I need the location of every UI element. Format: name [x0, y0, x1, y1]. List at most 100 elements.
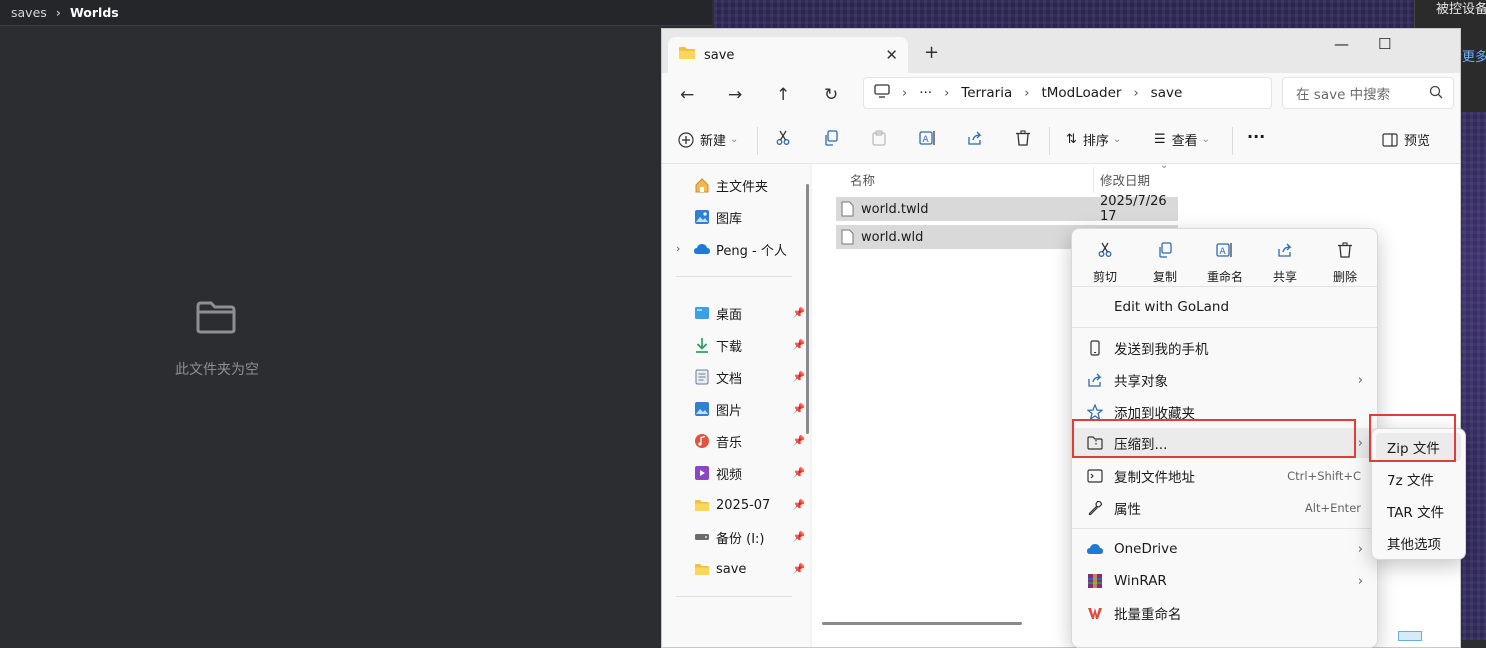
- menu-item-label: 属性: [1114, 502, 1141, 518]
- address-segment-terraria[interactable]: Terraria: [961, 85, 1012, 101]
- sidebar-item-documents[interactable]: 文档 📌: [693, 366, 805, 388]
- breadcrumb-chevron-icon: ›: [55, 5, 61, 20]
- address-more[interactable]: ···: [919, 85, 932, 101]
- document-icon: [693, 369, 711, 385]
- pin-icon: 📌: [792, 563, 805, 575]
- submenu-item-other-options[interactable]: 其他选项: [1376, 529, 1461, 557]
- share-button[interactable]: [967, 130, 983, 146]
- sidebar-item-label: 主文件夹: [716, 179, 769, 195]
- breadcrumb-saves[interactable]: saves: [11, 5, 47, 20]
- cut-button[interactable]: [775, 130, 791, 146]
- menu-item-winrar[interactable]: WinRAR ›: [1072, 566, 1377, 596]
- submenu-item-zip[interactable]: Zip 文件: [1376, 433, 1461, 461]
- menu-item-add-to-favorites[interactable]: 添加到收藏夹: [1072, 397, 1377, 427]
- minimize-icon[interactable]: —: [1334, 35, 1349, 53]
- sidebar-item-label: Peng - 个人: [716, 243, 787, 259]
- sidebar-item-2025-07[interactable]: 2025-07 📌: [693, 494, 805, 516]
- forward-arrow-icon[interactable]: →: [728, 85, 742, 105]
- context-cut-button[interactable]: 剪切: [1075, 239, 1135, 285]
- search-box[interactable]: 在 save 中搜索: [1282, 77, 1454, 109]
- context-rename-button[interactable]: A 重命名: [1195, 239, 1255, 285]
- home-icon: [693, 177, 711, 193]
- column-divider[interactable]: [1093, 167, 1094, 193]
- submenu-item-7z[interactable]: 7z 文件: [1376, 465, 1461, 493]
- wps-icon: [1086, 604, 1104, 622]
- chevron-down-icon: ⌄: [730, 134, 739, 145]
- menu-item-copy-path[interactable]: 复制文件地址 Ctrl+Shift+C: [1072, 461, 1377, 491]
- up-arrow-icon[interactable]: ↑: [776, 85, 790, 105]
- chevron-right-icon: ›: [1357, 573, 1363, 589]
- music-icon: [693, 433, 711, 449]
- address-segment-tmodloader[interactable]: tModLoader: [1041, 85, 1121, 101]
- chevron-right-icon: ›: [1024, 85, 1030, 101]
- new-tab-icon[interactable]: +: [924, 42, 939, 63]
- menu-item-onedrive[interactable]: OneDrive ›: [1072, 534, 1377, 564]
- address-bar[interactable]: › ··· › Terraria › tModLoader › save: [863, 77, 1272, 109]
- sidebar-item-label: save: [716, 561, 747, 577]
- menu-divider: [1072, 327, 1377, 328]
- empty-folder-icon: [196, 300, 236, 338]
- view-button[interactable]: ☰ 查看 ⌄: [1154, 130, 1210, 149]
- horizontal-scrollbar[interactable]: [822, 622, 1022, 625]
- sidebar-item-onedrive[interactable]: Peng - 个人: [693, 238, 805, 260]
- sidebar-scrollbar[interactable]: [806, 184, 809, 434]
- menu-item-label: 共享对象: [1114, 374, 1168, 390]
- column-header-modified[interactable]: 修改日期: [1100, 164, 1150, 194]
- sidebar-item-downloads[interactable]: 下载 📌: [693, 334, 805, 356]
- delete-button[interactable]: [1015, 130, 1031, 146]
- delete-icon: [1016, 130, 1030, 146]
- menu-item-compress-to[interactable]: 压缩到... ›: [1072, 428, 1377, 458]
- copy-button[interactable]: [823, 130, 839, 146]
- cut-icon: [776, 130, 790, 145]
- notification-text: 被控设备: [1436, 2, 1486, 17]
- menu-item-share-with[interactable]: 共享对象 ›: [1072, 365, 1377, 395]
- sidebar-item-label: 备份 (I:): [716, 531, 765, 547]
- submenu-item-tar[interactable]: TAR 文件: [1376, 497, 1461, 525]
- menu-item-send-to-phone[interactable]: 发送到我的手机: [1072, 333, 1377, 363]
- context-delete-button[interactable]: 删除: [1315, 239, 1375, 285]
- sidebar-item-label: 图库: [716, 211, 743, 227]
- context-copy-button[interactable]: 复制: [1135, 239, 1195, 285]
- plus-circle-icon: [678, 131, 694, 148]
- preview-pane-button[interactable]: 预览: [1382, 130, 1430, 149]
- column-header-name[interactable]: 名称: [850, 164, 875, 194]
- breadcrumb-worlds[interactable]: Worlds: [70, 5, 119, 20]
- more-options-button[interactable]: ···: [1247, 127, 1265, 146]
- menu-item-batch-rename[interactable]: 批量重命名: [1072, 598, 1377, 628]
- path-icon: [1086, 467, 1104, 485]
- back-arrow-icon[interactable]: ←: [680, 85, 694, 105]
- sidebar-item-pictures[interactable]: 图片 📌: [693, 398, 805, 420]
- sidebar-item-music[interactable]: 音乐 📌: [693, 430, 805, 452]
- expand-chevron-icon[interactable]: ›: [676, 242, 680, 255]
- context-share-button[interactable]: 共享: [1255, 239, 1315, 285]
- paste-button[interactable]: [871, 130, 887, 146]
- file-modified-date: 2025/7/26 17: [1100, 194, 1167, 224]
- rename-button[interactable]: A: [919, 130, 937, 146]
- phone-icon: [1086, 339, 1104, 357]
- sidebar-item-backup-drive[interactable]: 备份 (I:) 📌: [693, 526, 805, 548]
- menu-item-edit-with-goland[interactable]: Edit with GoLand: [1072, 292, 1377, 322]
- preview-pane-icon: [1382, 132, 1398, 147]
- sidebar-item-gallery[interactable]: 图库: [693, 206, 805, 228]
- address-segment-save[interactable]: save: [1151, 85, 1183, 101]
- maximize-icon[interactable]: ☐: [1378, 35, 1391, 53]
- tab-title: save: [704, 47, 735, 63]
- cut-icon: [1075, 239, 1135, 261]
- winrar-icon: [1086, 572, 1104, 590]
- view-label: 查看: [1171, 134, 1198, 149]
- tab-close-icon[interactable]: ✕: [885, 46, 898, 64]
- tab-save[interactable]: save ✕: [668, 37, 908, 73]
- sidebar-item-save[interactable]: save 📌: [693, 558, 805, 580]
- menu-item-properties[interactable]: 属性 Alt+Enter: [1072, 493, 1377, 523]
- sort-button[interactable]: ⇅ 排序 ⌄: [1066, 130, 1121, 149]
- menu-item-label: 压缩到...: [1114, 437, 1168, 453]
- sidebar-item-label: 桌面: [716, 307, 743, 323]
- file-row-world-twld[interactable]: world.twld 2025/7/26 17: [836, 194, 1178, 224]
- new-button[interactable]: 新建 ⌄: [678, 130, 738, 149]
- refresh-icon[interactable]: ↻: [824, 85, 838, 105]
- navigation-pane: 主文件夹 图库 › Peng - 个人 桌面 📌 下载 📌 文档 📌 图片 📌 …: [662, 164, 810, 647]
- sidebar-item-videos[interactable]: 视频 📌: [693, 462, 805, 484]
- sidebar-item-home[interactable]: 主文件夹: [693, 174, 805, 196]
- context-rename-label: 重命名: [1206, 270, 1243, 284]
- sidebar-item-desktop[interactable]: 桌面 📌: [693, 302, 805, 324]
